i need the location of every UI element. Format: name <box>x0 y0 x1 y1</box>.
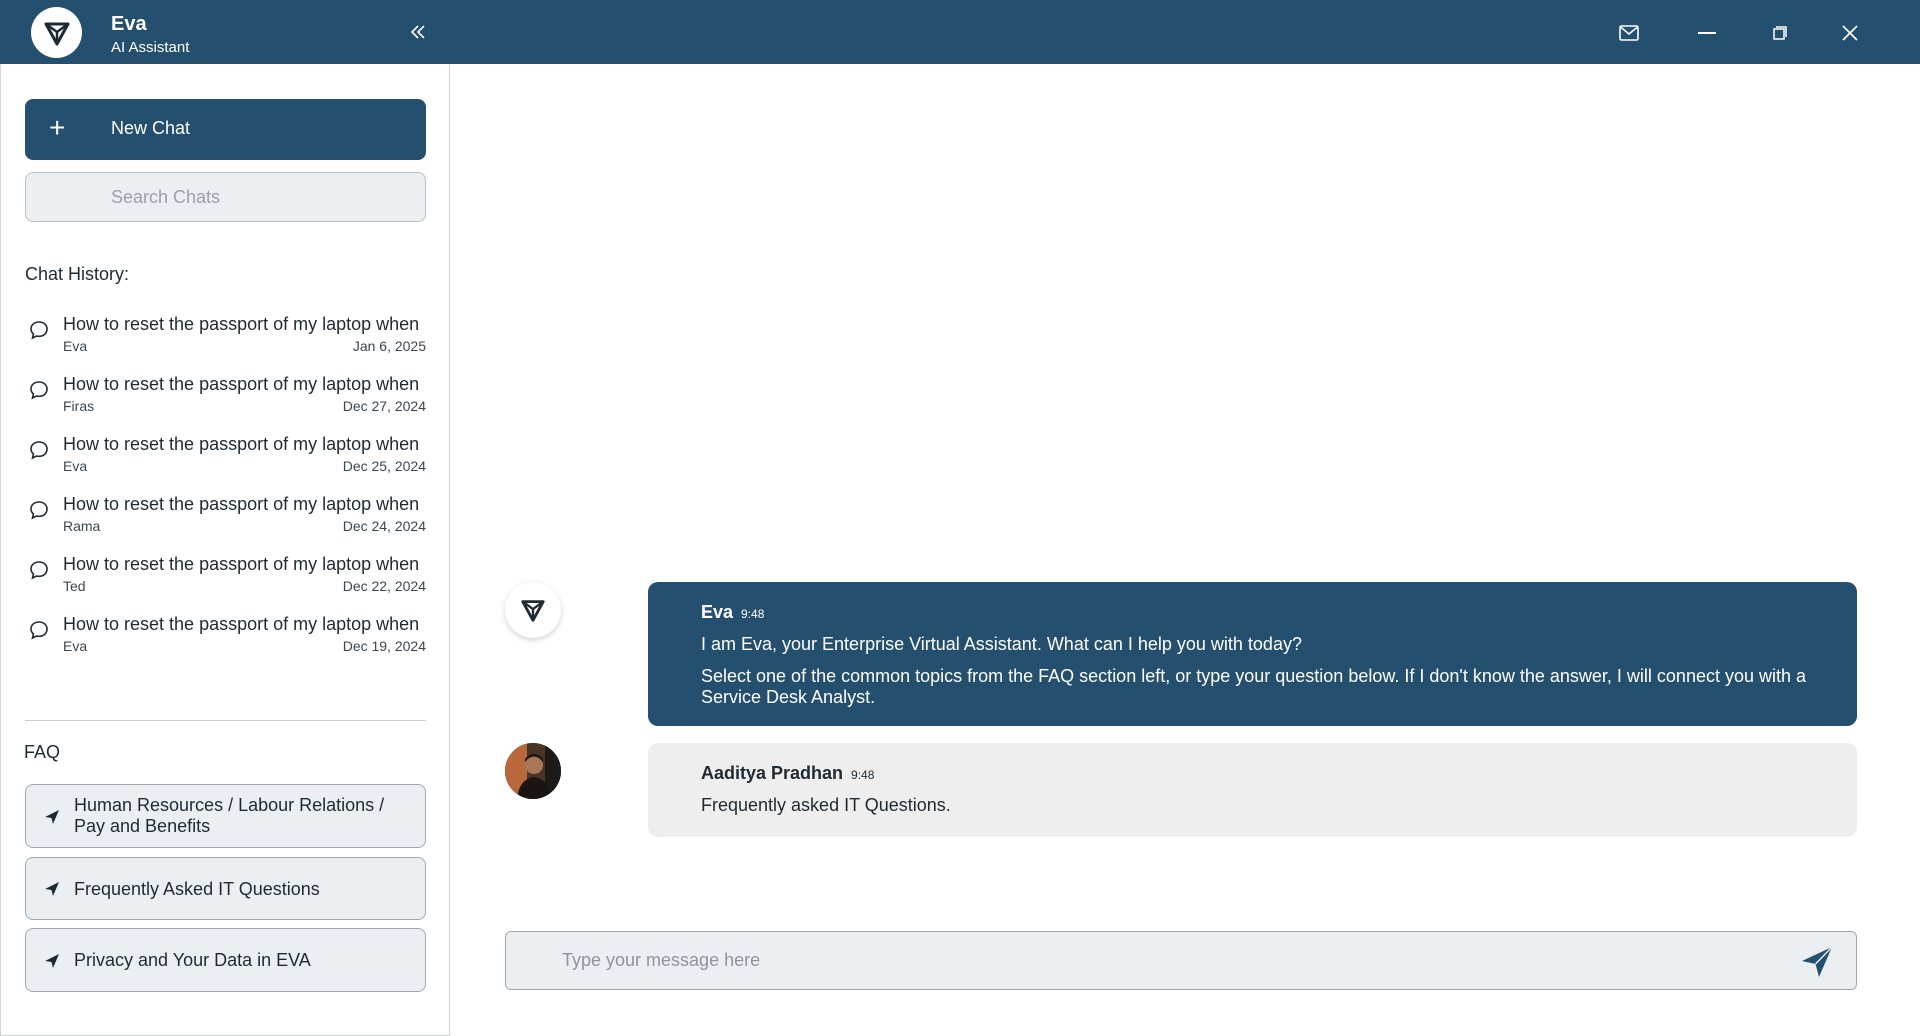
message-text: Frequently asked IT Questions. <box>701 795 951 815</box>
message-time: 9:48 <box>851 768 875 782</box>
bot-message: Eva 9:48 I am Eva, your Enterprise Virtua… <box>648 582 1857 726</box>
chat-history-author: Eva <box>63 638 88 654</box>
message-text: I am Eva, your Enterprise Virtual Assist… <box>701 634 1302 654</box>
message-author: Aaditya Pradhan <box>701 763 844 783</box>
message-composer <box>505 931 1857 990</box>
chat-history-item[interactable]: How to reset the passport of my laptop w… <box>25 614 426 674</box>
app-name: Eva <box>111 13 147 35</box>
collapse-sidebar-button[interactable] <box>405 18 431 46</box>
plus-icon: + <box>49 112 66 143</box>
chat-history-title-text: How to reset the passport of my laptop w… <box>63 434 420 454</box>
faq-item-label: Human Resources / Labour Relations / Pay… <box>74 795 385 836</box>
chat-history-list: How to reset the passport of my laptop w… <box>25 314 426 674</box>
faq-item-label: Privacy and Your Data in EVA <box>74 950 311 970</box>
chat-history-title-text: How to reset the passport of my laptop w… <box>63 614 420 634</box>
chat-history-item[interactable]: How to reset the passport of my laptop w… <box>25 374 426 434</box>
user-photo <box>505 743 561 799</box>
chat-history-title-text: How to reset the passport of my laptop w… <box>63 494 420 514</box>
send-icon <box>45 810 59 824</box>
new-chat-button[interactable]: + New Chat <box>25 99 426 160</box>
chat-history-title-text: How to reset the passport of my laptop w… <box>63 314 420 334</box>
sidebar: + New Chat Chat History: How to reset th… <box>0 64 450 1036</box>
message-time: 9:48 <box>741 607 765 621</box>
eva-logo-icon <box>521 600 545 622</box>
eva-logo-icon <box>31 7 82 58</box>
chat-history-date: Dec 22, 2024 <box>342 578 426 594</box>
send-icon <box>45 882 59 896</box>
close-icon <box>1842 25 1858 41</box>
restore-button[interactable] <box>1765 18 1795 48</box>
faq-item-it[interactable]: Frequently Asked IT Questions <box>25 857 426 920</box>
chat-history-author: Eva <box>63 338 88 354</box>
chat-history-date: Dec 27, 2024 <box>342 398 426 414</box>
chat-history-title-text: How to reset the passport of my laptop w… <box>63 554 420 574</box>
chat-history-author: Eva <box>63 458 88 474</box>
sidebar-divider <box>25 720 426 721</box>
faq-item-label: Frequently Asked IT Questions <box>74 879 320 899</box>
chat-bubble-icon <box>30 321 48 340</box>
chat-history-date: Jan 6, 2025 <box>352 338 426 354</box>
chat-history-author: Ted <box>63 578 86 594</box>
chat-history-item[interactable]: How to reset the passport of my laptop w… <box>25 314 426 374</box>
chat-history-item[interactable]: How to reset the passport of my laptop w… <box>25 434 426 494</box>
chat-bubble-icon <box>30 621 48 640</box>
search-chats-input[interactable] <box>26 173 425 221</box>
message-input[interactable] <box>506 932 1856 989</box>
chat-history-date: Dec 25, 2024 <box>342 458 426 474</box>
chat-history-title-text: How to reset the passport of my laptop w… <box>63 374 420 394</box>
faq-item-hr[interactable]: Human Resources / Labour Relations / Pay… <box>25 784 426 848</box>
chat-history-date: Dec 19, 2024 <box>342 638 426 654</box>
send-icon <box>45 954 59 968</box>
restore-icon <box>1773 26 1787 40</box>
send-button[interactable] <box>1800 945 1834 979</box>
chat-history-date: Dec 24, 2024 <box>342 518 426 534</box>
eva-avatar <box>505 582 561 638</box>
minimize-icon <box>1698 32 1716 34</box>
faq-item-privacy[interactable]: Privacy and Your Data in EVA <box>25 928 426 992</box>
close-button[interactable] <box>1835 18 1865 48</box>
chat-history-author: Firas <box>63 398 95 414</box>
chat-bubble-icon <box>30 381 48 400</box>
chat-bubble-icon <box>30 561 48 580</box>
send-icon <box>1802 946 1833 977</box>
search-chats <box>25 172 426 222</box>
chat-history-item[interactable]: How to reset the passport of my laptop w… <box>25 554 426 614</box>
message-text: Select one of the common topics from the… <box>701 666 1807 707</box>
chat-history-author: Rama <box>63 518 101 534</box>
mail-button[interactable] <box>1614 18 1644 48</box>
mail-icon <box>1619 25 1639 41</box>
title-bar: Eva AI Assistant <box>0 0 1920 64</box>
user-message: Aaditya Pradhan 9:48 Frequently asked IT … <box>648 743 1857 837</box>
chat-history-title: Chat History: <box>25 264 130 284</box>
avatar <box>505 743 561 799</box>
chat-bubble-icon <box>30 501 48 520</box>
double-chevron-left-icon <box>410 25 425 39</box>
new-chat-label: New Chat <box>111 118 191 138</box>
chat-bubble-icon <box>30 441 48 460</box>
minimize-button[interactable] <box>1692 18 1722 48</box>
chat-history-item[interactable]: How to reset the passport of my laptop w… <box>25 494 426 554</box>
app-subtitle: AI Assistant <box>111 39 190 56</box>
message-author: Eva <box>701 602 734 622</box>
faq-title: FAQ <box>24 742 61 762</box>
